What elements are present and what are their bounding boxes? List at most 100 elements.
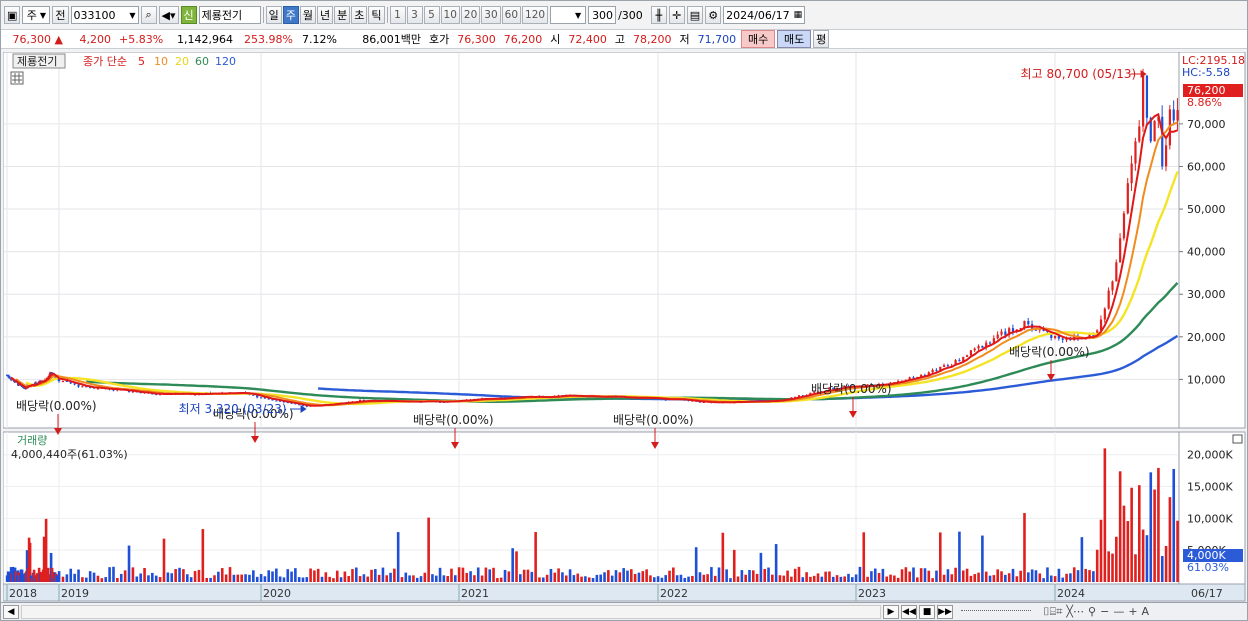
period-tab-6[interactable]: 틱 [368,6,385,24]
period-type-select[interactable]: 주 ▼ [22,6,51,24]
buy-label: 매수 [748,33,769,46]
magnify-icon[interactable]: ⚲ [1088,605,1096,618]
close-icon[interactable] [1232,434,1243,444]
draw-tools-icon[interactable]: ⌷⌸⌗ [1043,605,1062,619]
scroll-left-icon[interactable]: ◀ [3,604,19,619]
save-icon[interactable]: ▤ [686,6,704,24]
volume-bar [282,577,286,582]
gear-icon[interactable]: ⚙ [705,6,722,24]
period-tab-5[interactable]: 초 [351,6,368,24]
layout-icon[interactable]: ▣ [4,6,21,24]
price-tick: 70,000 [1187,118,1226,131]
volume-bar [294,568,297,582]
prev-button[interactable]: 전 [52,6,69,24]
scroll-right-icon[interactable]: ▶ [883,604,899,619]
volume-bar [526,569,530,582]
interval-tab-5[interactable]: 30 [481,6,501,24]
volume-bar [679,574,683,582]
volume-bar [992,575,996,582]
speaker-icon[interactable]: ◀▾ [158,6,179,24]
interval-tab-4[interactable]: 20 [460,6,481,24]
volume-bar [736,576,740,582]
search-icon[interactable]: ⌕ [140,6,157,24]
candle-body [1142,75,1145,127]
rewind-icon[interactable]: ◀◀ [901,604,917,619]
volume-bar [108,567,111,582]
volume-bar [691,575,694,582]
table-icon[interactable] [10,71,24,85]
period-tab-0[interactable]: 일 [265,6,282,24]
line-tool-icon[interactable]: — [1113,605,1124,618]
zoom-out-icon[interactable]: − [1100,605,1109,618]
interval-tab-7[interactable]: 120 [522,6,549,24]
calendar-icon[interactable]: ▦ [794,10,803,20]
avg-button[interactable]: 평 [813,30,830,48]
date-label: 2023 [858,587,886,600]
volume-bar [453,575,457,582]
interval-tab-2[interactable]: 5 [423,6,440,24]
volume-bar [942,574,946,582]
volume-bar [656,576,660,582]
volume-bar [442,575,446,582]
volume-bar [201,529,205,582]
volume-bar [511,548,514,582]
interval-tab-6[interactable]: 60 [501,6,522,24]
volume-bar [847,573,850,582]
volume-bar [1168,497,1172,582]
candle-body [96,388,100,390]
period-tab-1[interactable]: 주 [282,6,299,24]
period-tab-2[interactable]: 월 [299,6,317,24]
interval-tabs: 1 3 5 10 20 30 60 120 [389,6,549,24]
interval-select[interactable]: ▼ [550,6,587,24]
volume-bar [660,577,664,582]
volume-bar [154,575,158,582]
volume-bar [1065,573,1068,582]
interval-tab-0[interactable]: 1 [389,6,406,24]
volume-bar [147,575,150,582]
trendline-icon[interactable]: ╳⋯ [1066,605,1084,618]
volume-bar [839,576,843,582]
turnover: 7.12% [302,32,337,46]
volume-bar [900,569,904,582]
dividend-label: 배당락(0.00%) [613,413,694,427]
date-input[interactable]: 2024/06/17 ▦ [723,6,806,24]
volume-bar [100,578,104,582]
period-tab-4[interactable]: 분 [334,6,351,24]
candle-body [931,369,934,373]
main-toolbar: ▣ 주 ▼ 전 033100 ▼ ⌕ ◀▾ 신 제룡전기 일주월년분초틱 1 3 5 10… [1,3,1247,27]
volume-bar [938,532,942,582]
volume-bar [473,575,476,582]
zoom-slider[interactable] [961,609,1031,614]
volume-bar [162,538,166,582]
candle-body [981,345,984,348]
volume-bar [389,572,392,582]
stock-chart[interactable]: 70,000 60,000 50,000 40,000 30,000 20,000 10,0… [3,52,1247,602]
volume-bar [205,577,209,582]
candle-icon[interactable]: ╫ [650,6,667,24]
volume-bar [816,573,820,582]
scrollbar[interactable] [21,604,881,619]
new-badge-label: 신 [183,9,194,22]
count-input[interactable]: 300 [588,6,617,24]
text-tool-icon[interactable]: A [1142,605,1150,618]
volume-bar [1172,468,1176,582]
candle-body [61,381,65,383]
buy-button[interactable]: 매수 [741,30,776,48]
crosshair-icon[interactable]: ✛ [668,6,685,24]
volume-bar [973,574,977,582]
dividend-label: 배당락(0.00%) [811,382,892,396]
zoom-in-icon[interactable]: + [1128,605,1137,618]
stop-icon[interactable]: ■ [919,604,935,619]
code-input[interactable]: 033100 ▼ [70,6,139,24]
forward-icon[interactable]: ▶▶ [937,604,953,619]
volume-bar [182,569,185,582]
interval-tab-1[interactable]: 3 [406,6,423,24]
volume-bar [431,574,434,582]
interval-tab-3[interactable]: 10 [440,6,460,24]
period-tab-3[interactable]: 년 [317,6,334,24]
change-pct: +5.83% [119,32,164,46]
volume-bar [1137,485,1141,582]
sell-button[interactable]: 매도 [777,30,812,48]
volume-bar [197,569,201,582]
volume-bar [224,574,228,582]
